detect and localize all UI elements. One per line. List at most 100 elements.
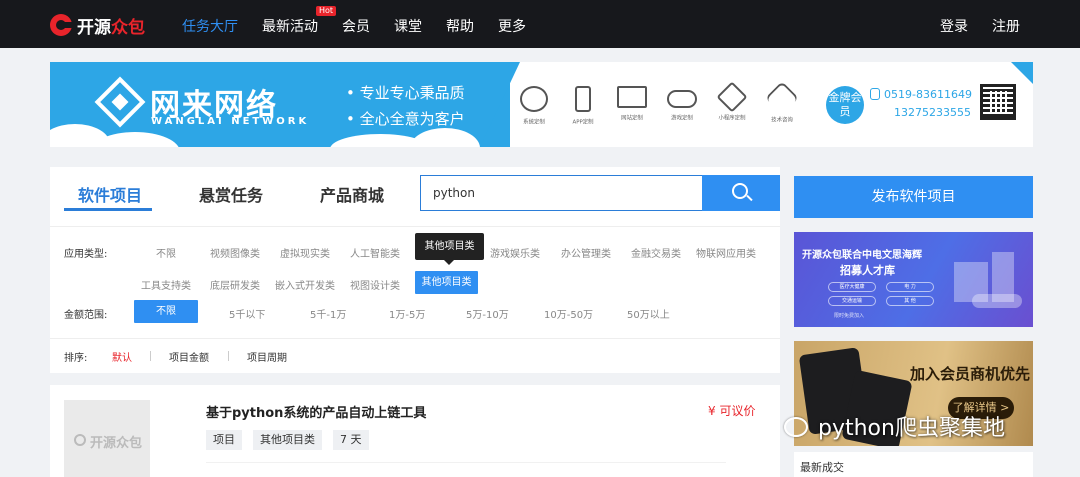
search-icon-handle (746, 194, 753, 202)
app-type-option[interactable]: 物联网应用类 (696, 245, 756, 260)
recruit-ad-banner[interactable]: 开源众包联合中电文思海辉 招募人才库 医疗大健康 电 力 交通运输 其 他 限时… (794, 232, 1033, 327)
service-label: APP定制 (572, 119, 594, 126)
service-label: 系统定制 (523, 119, 545, 126)
project-tag: 项目 (206, 430, 242, 450)
phone-icon (575, 86, 591, 112)
sort-default[interactable]: 默认 (112, 349, 132, 364)
search-input[interactable] (420, 175, 703, 211)
banner-slogan-1: • 专业专心秉品质 (346, 84, 465, 102)
divider (206, 462, 726, 463)
app-type-option[interactable]: 底层研发类 (210, 277, 260, 292)
nav-help[interactable]: 帮助 (446, 16, 474, 36)
app-type-option[interactable]: 虚拟现实类 (280, 245, 330, 260)
nav-classroom[interactable]: 课堂 (394, 16, 422, 36)
active-tab-indicator (64, 208, 152, 211)
app-type-option[interactable]: 视图设计类 (350, 277, 400, 292)
service-website: 网站定制 (609, 86, 655, 122)
ad1-note: 限时免费加入 (834, 313, 865, 319)
nav-membership[interactable]: 会员 (342, 16, 370, 36)
amount-range-label: 金额范围: (64, 310, 108, 321)
divider (50, 226, 780, 227)
register-link[interactable]: 注册 (992, 16, 1020, 36)
app-type-option[interactable]: 嵌入式开发类 (275, 277, 335, 292)
divider (50, 338, 780, 339)
login-link[interactable]: 登录 (940, 16, 968, 36)
phone-number-2: 13275233555 (894, 106, 971, 119)
recent-deals-heading: 最新成交 (800, 461, 844, 474)
app-type-option-selected[interactable]: 其他项目类 (415, 271, 478, 294)
tab-bounty-tasks[interactable]: 悬赏任务 (199, 182, 263, 206)
app-type-option[interactable]: 游戏娱乐类 (490, 245, 540, 260)
thumbnail-logo-text: 开源众包 (90, 436, 143, 451)
amount-option[interactable]: 50万以上 (627, 306, 670, 321)
service-game: 游戏定制 (659, 86, 705, 122)
app-type-option[interactable]: 金融交易类 (631, 245, 681, 260)
phone-number-1: 0519-83611649 (884, 88, 972, 101)
site-logo[interactable]: 开源 众包 (50, 12, 145, 38)
service-system: 系统定制 (511, 86, 557, 126)
tab-software-projects[interactable]: 软件项目 (78, 182, 142, 206)
nav-latest-activity[interactable]: 最新活动 (262, 16, 318, 36)
tab-product-mall[interactable]: 产品商城 (320, 182, 384, 206)
app-type-option[interactable]: 不限 (156, 245, 176, 260)
publish-project-button[interactable]: 发布软件项目 (794, 176, 1033, 218)
project-title[interactable]: 基于python系统的产品自动上链工具 (206, 402, 426, 421)
watermark-text: python爬虫聚集地 (818, 416, 1005, 441)
service-label: 网站定制 (621, 115, 643, 122)
nav-task-hall[interactable]: 任务大厅 (182, 16, 238, 36)
sort-label: 排序: (64, 353, 88, 364)
sort-amount[interactable]: 项目金额 (169, 349, 209, 364)
search-button[interactable] (702, 175, 780, 211)
app-type-option[interactable]: 视频图像类 (210, 245, 260, 260)
amount-option[interactable]: 5千以下 (229, 306, 265, 321)
monitor-icon (617, 86, 647, 108)
tooltip: 其他项目类 (415, 233, 484, 265)
tools-icon (765, 81, 799, 115)
hot-badge: Hot (316, 6, 337, 16)
sort-period[interactable]: 项目周期 (247, 349, 287, 364)
project-list-item[interactable] (50, 385, 780, 477)
ad-banner[interactable]: 网来网络 WANGLAI NETWORK • 专业专心秉品质 • 全心全意为客户… (50, 62, 1033, 147)
app-type-option[interactable]: 人工智能类 (350, 245, 400, 260)
amount-option[interactable]: 5万-10万 (466, 306, 509, 321)
service-label: 游戏定制 (671, 115, 693, 122)
amount-option[interactable]: 10万-50万 (544, 306, 593, 321)
service-miniprogram: 小程序定制 (709, 81, 755, 122)
ad2-title: 加入会员商机优先 (910, 365, 1031, 383)
illustration-block (972, 294, 1022, 308)
gamepad-icon (667, 90, 697, 108)
search-icon (732, 183, 748, 199)
ad1-pill: 电 力 (886, 282, 934, 292)
sort-divider (228, 351, 229, 361)
amount-option[interactable]: 1万-5万 (389, 306, 425, 321)
phone-icon (870, 88, 880, 100)
ad1-pill: 医疗大健康 (828, 282, 876, 292)
project-tag: 7 天 (333, 430, 369, 450)
nav-more[interactable]: 更多 (498, 16, 526, 36)
app-type-option[interactable]: 办公管理类 (561, 245, 611, 260)
amount-option[interactable]: 5千-1万 (310, 306, 346, 321)
sort-divider (150, 351, 151, 361)
ad1-pill: 交通运输 (828, 296, 876, 306)
top-nav (0, 0, 1080, 48)
gold-member-badge: 金牌会员 (826, 86, 864, 124)
service-label: 技术咨询 (771, 117, 793, 124)
ad1-pill: 其 他 (886, 296, 934, 306)
app-type-option[interactable]: 工具支持类 (141, 277, 191, 292)
wechat-icon (784, 417, 808, 437)
project-price: ¥ 可议价 (708, 404, 756, 418)
logo-text-a: 开源 (77, 17, 111, 38)
ad1-subtitle: 招募人才库 (840, 264, 895, 277)
app-type-label: 应用类型: (64, 249, 108, 260)
service-label: 小程序定制 (718, 115, 746, 122)
gear-icon (520, 86, 548, 112)
banner-slogan-2: • 全心全意为客户 (346, 110, 465, 128)
banner-subtitle: WANGLAI NETWORK (151, 116, 310, 127)
logo-text-b: 众包 (111, 17, 145, 38)
qr-code-icon (980, 84, 1016, 120)
amount-option-selected[interactable]: 不限 (134, 300, 198, 323)
project-tag: 其他项目类 (253, 430, 322, 450)
cube-icon (716, 81, 748, 113)
service-app: APP定制 (560, 86, 606, 126)
logo-icon (50, 14, 73, 36)
